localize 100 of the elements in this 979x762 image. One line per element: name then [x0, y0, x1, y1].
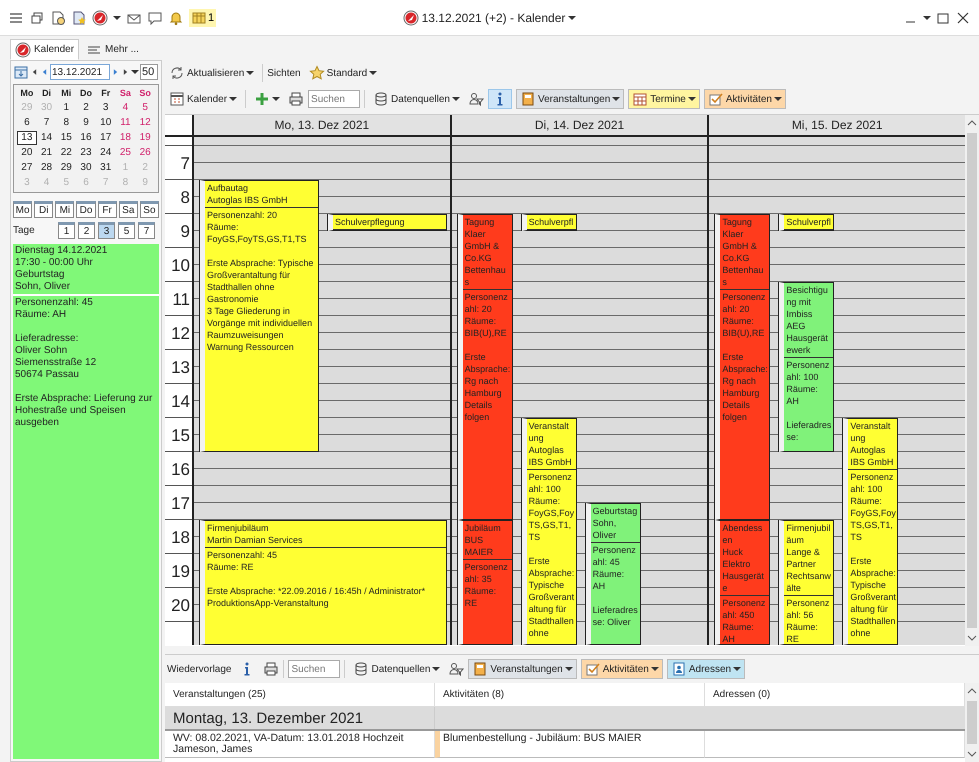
weekday-button[interactable]: Do	[76, 201, 96, 218]
caret-icon[interactable]	[568, 16, 576, 20]
calendar-day[interactable]: 24	[96, 146, 116, 160]
calendar-day[interactable]: 10	[96, 116, 116, 130]
filter-dropdown[interactable]: Aktivitäten	[580, 659, 663, 679]
event-card[interactable]: Schulverpflegung	[328, 214, 447, 230]
caret-icon	[272, 97, 280, 101]
data-sources-dropdown[interactable]: Datenquellen	[349, 659, 444, 679]
calendar-day[interactable]: 7	[36, 116, 56, 130]
tab[interactable]: Kalender	[10, 39, 80, 60]
chat-icon[interactable]	[147, 10, 163, 26]
print-icon[interactable]	[263, 661, 280, 677]
event-card[interactable]: Jubiläum BUS MAIER Personenzahl: 35 Räume: RE	[458, 520, 513, 645]
weekday-button[interactable]: Fr	[98, 201, 117, 218]
compass-icon[interactable]	[92, 10, 108, 26]
print-icon[interactable]	[288, 91, 304, 107]
event-card[interactable]: Veranstaltung Autoglas IBS GmbH Personenzahl: 100 Räume: FoyGS,FoyTS,GS,T1,TS Erste Absprache: Typische Großverantaltung für Stadthallen ohne	[843, 418, 898, 645]
event-title: Tagung	[464, 216, 496, 228]
weekday-button[interactable]: So	[140, 201, 159, 218]
calendar-day[interactable]: 16	[76, 131, 96, 145]
caret-icon	[369, 71, 378, 75]
event-card[interactable]: Abendessen Huck Elektro Hausgeräte Personenzahl: 450 Räume: AH	[715, 520, 770, 645]
filter-dropdown[interactable]: Aktivitäten	[704, 89, 786, 109]
search-field[interactable]: Suchen	[288, 660, 340, 678]
day-count-button[interactable]: 7	[138, 222, 155, 239]
calendar-day[interactable]: 5	[135, 101, 155, 115]
calendar-day[interactable]: 8	[56, 116, 76, 130]
calendar-day[interactable]: 19	[135, 131, 155, 145]
event-card[interactable]: Geburtstag Sohn, Oliver Personenzahl: 45 Räume: AH Lieferadresse: Oliver	[586, 502, 641, 645]
scrollbar[interactable]	[965, 115, 979, 646]
windows-icon[interactable]	[29, 10, 45, 26]
calendar-day[interactable]: 23	[76, 146, 96, 160]
calendar-icon[interactable]	[13, 64, 29, 80]
event-card[interactable]: Schulverpfl	[522, 214, 577, 230]
filter-dropdown[interactable]: Termine	[628, 89, 700, 109]
day-count-button[interactable]: 5	[118, 222, 135, 239]
filter-dropdown[interactable]: Veranstaltungen	[468, 659, 577, 679]
weekday-button[interactable]: Sa	[118, 201, 138, 218]
tab[interactable]: Mehr ...	[81, 39, 144, 60]
close-icon[interactable]	[955, 10, 971, 26]
scrollbar[interactable]	[965, 683, 979, 762]
calendar-day[interactable]: 3	[96, 101, 116, 115]
filter-dropdown[interactable]: Adressen	[666, 659, 746, 679]
calendar-day[interactable]: 1	[56, 101, 76, 115]
event-card[interactable]: Firmenjubiläum Martin Damian Services Personenzahl: 45 Räume: RE Erste Absprache: *22.09.2016 / 16:45h / Administrator* ProduktionsApp-Veranstaltung	[200, 520, 447, 645]
day-count-button[interactable]: 3	[98, 222, 115, 239]
bell-icon[interactable]	[168, 10, 184, 26]
calendar-day[interactable]: 6	[17, 116, 37, 130]
calendar-day[interactable]: 15	[56, 131, 76, 145]
calendar-view-dropdown[interactable]: Kalender	[165, 89, 242, 109]
refresh-button[interactable]: Aktualisieren	[165, 63, 258, 83]
event-card[interactable]	[200, 180, 319, 452]
caret-icon[interactable]	[923, 16, 931, 20]
event-card[interactable]: Tagung Klaer GmbH & Co.KG Bettenhaus Personenzahl: 20 Räume: BIB(U),RE Erste Absprache: Rg nach Hamburg Details folgen	[458, 214, 513, 520]
calendar-day[interactable]: 25	[116, 146, 136, 160]
calendar-day[interactable]: 2	[76, 101, 96, 115]
calendar-day[interactable]: 14	[36, 131, 56, 145]
weekday-button[interactable]: Mo	[13, 201, 32, 218]
calendar-day[interactable]: 17	[96, 131, 116, 145]
count-field[interactable]: 50	[140, 64, 158, 80]
data-sources-dropdown[interactable]: Datenquellen	[369, 89, 464, 109]
view-dropdown[interactable]: Standard	[304, 63, 382, 83]
person-filter-icon[interactable]	[468, 91, 484, 107]
event-details: Personenzahl: 45 Räume: RE	[206, 548, 278, 572]
calendar-day[interactable]: 26	[135, 146, 155, 160]
calendar-day[interactable]: 27	[17, 161, 37, 175]
caret-icon[interactable]	[131, 70, 139, 74]
day-count-button[interactable]: 2	[78, 222, 95, 239]
calendar-day[interactable]: 12	[135, 116, 155, 130]
caret-icon[interactable]	[113, 16, 121, 20]
event-card[interactable]: Schulverpfl	[779, 214, 834, 230]
event-card[interactable]: Veranstaltung Autoglas IBS GmbH Personenzahl: 100 Räume: FoyGS,FoyTS,GS,T1,TS Erste Absprache: Typische Großverantaltung für Stadthallen ohne	[522, 418, 577, 645]
event-details: Erste Absprache: Rg nach Hamburg Details folgen	[464, 350, 512, 422]
info-button[interactable]	[488, 89, 512, 109]
database-icon	[373, 91, 390, 107]
date-field[interactable]: 13.12.2021	[50, 64, 110, 80]
calendar-day[interactable]: 9	[76, 116, 96, 130]
calendar-day[interactable]: 28	[36, 161, 56, 175]
calendar-day[interactable]: 29	[56, 161, 76, 175]
event-card[interactable]: Besichtigung mit Imbiss AEG Hausgerätewerk Personenzahl: 100 Räume: AH Lieferadresse:	[779, 282, 834, 452]
document-star-icon[interactable]	[71, 10, 87, 26]
calendar-day[interactable]: 18	[116, 131, 136, 145]
person-filter-icon[interactable]	[448, 661, 464, 677]
calendar-day[interactable]: 20	[17, 146, 37, 160]
calendar-day[interactable]: 21	[36, 146, 56, 160]
event-card[interactable]: Tagung Klaer GmbH & Co.KG Bettenhaus Personenzahl: 20 Räume: BIB(U),RE Erste Absprache: Rg nach Hamburg Details folgen	[715, 214, 770, 520]
calendar-day[interactable]: 4	[116, 101, 136, 115]
weekday-label: Mo	[19, 87, 34, 100]
weekday-button[interactable]: Di	[34, 201, 54, 218]
event-card[interactable]: Firmenjubiläum Lange & Partner Rechtsanwälte Personenzahl: 56 Räume: RE	[779, 520, 834, 645]
calendar-day[interactable]: 13	[17, 131, 37, 145]
filter-dropdown[interactable]: Veranstaltungen	[516, 89, 624, 109]
weekday-button[interactable]: Mi	[55, 201, 74, 218]
calendar-day[interactable]: 30	[76, 161, 96, 175]
calendar-day[interactable]: 22	[56, 146, 76, 160]
notification-button[interactable]: 1	[189, 8, 216, 26]
day-count-button[interactable]: 1	[58, 222, 75, 239]
search-field[interactable]: Suchen	[308, 90, 360, 108]
calendar-day[interactable]: 31	[96, 161, 116, 175]
calendar-day[interactable]: 11	[116, 116, 136, 130]
